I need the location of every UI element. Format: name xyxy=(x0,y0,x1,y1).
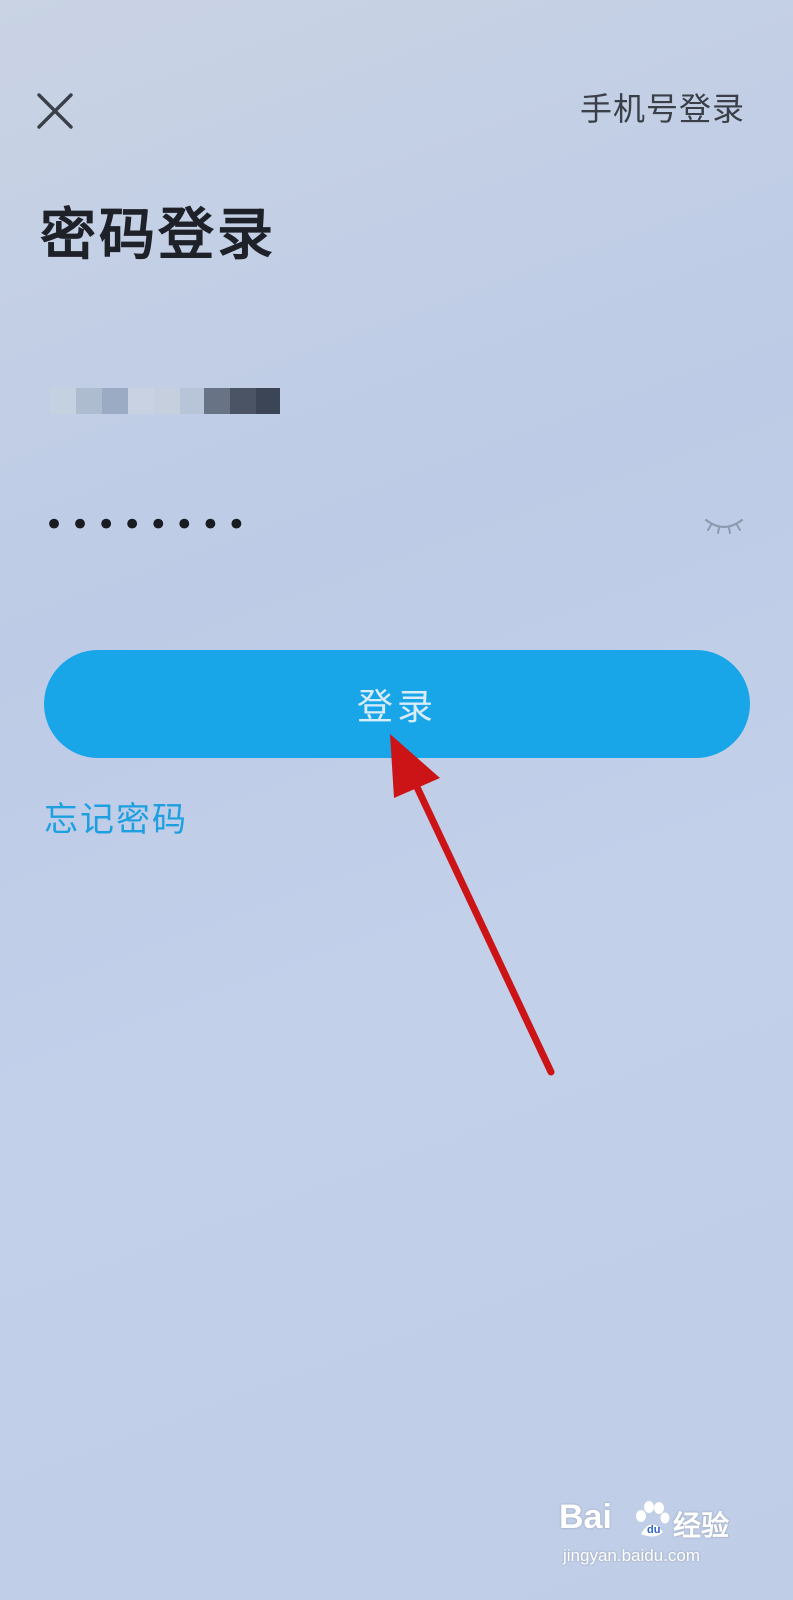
login-screen: 手机号登录 密码登录 •••••••• 登录 忘记密码 Bai du 经验 ji… xyxy=(0,0,793,1600)
watermark-brand: Bai xyxy=(559,1498,612,1536)
account-input[interactable] xyxy=(50,380,730,430)
arrow-shaft xyxy=(404,764,555,1076)
password-input[interactable]: •••••••• xyxy=(44,500,684,550)
masked-account-block xyxy=(154,388,180,414)
masked-account-block xyxy=(180,388,204,414)
svg-text:du: du xyxy=(647,1524,660,1536)
password-value: •••••••• xyxy=(44,505,253,545)
close-icon[interactable] xyxy=(30,86,80,136)
watermark: Bai du 经验 jingyan.baidu.com xyxy=(559,1498,759,1578)
forgot-password-link[interactable]: 忘记密码 xyxy=(44,792,188,841)
phone-login-link[interactable]: 手机号登录 xyxy=(580,84,745,130)
masked-account-block xyxy=(128,388,154,414)
masked-account-block xyxy=(50,388,76,414)
login-button[interactable]: 登录 xyxy=(44,650,750,758)
page-title: 密码登录 xyxy=(40,203,276,268)
watermark-url: jingyan.baidu.com xyxy=(563,1546,701,1565)
masked-account-block xyxy=(204,388,230,414)
watermark-tag: 经验 xyxy=(673,1509,730,1542)
masked-account-block xyxy=(256,388,280,414)
masked-account-block xyxy=(230,388,256,414)
masked-account-block xyxy=(102,388,128,414)
eye-closed-icon[interactable] xyxy=(700,510,748,540)
masked-account-block xyxy=(76,388,102,414)
paw-icon: du xyxy=(636,1501,670,1537)
